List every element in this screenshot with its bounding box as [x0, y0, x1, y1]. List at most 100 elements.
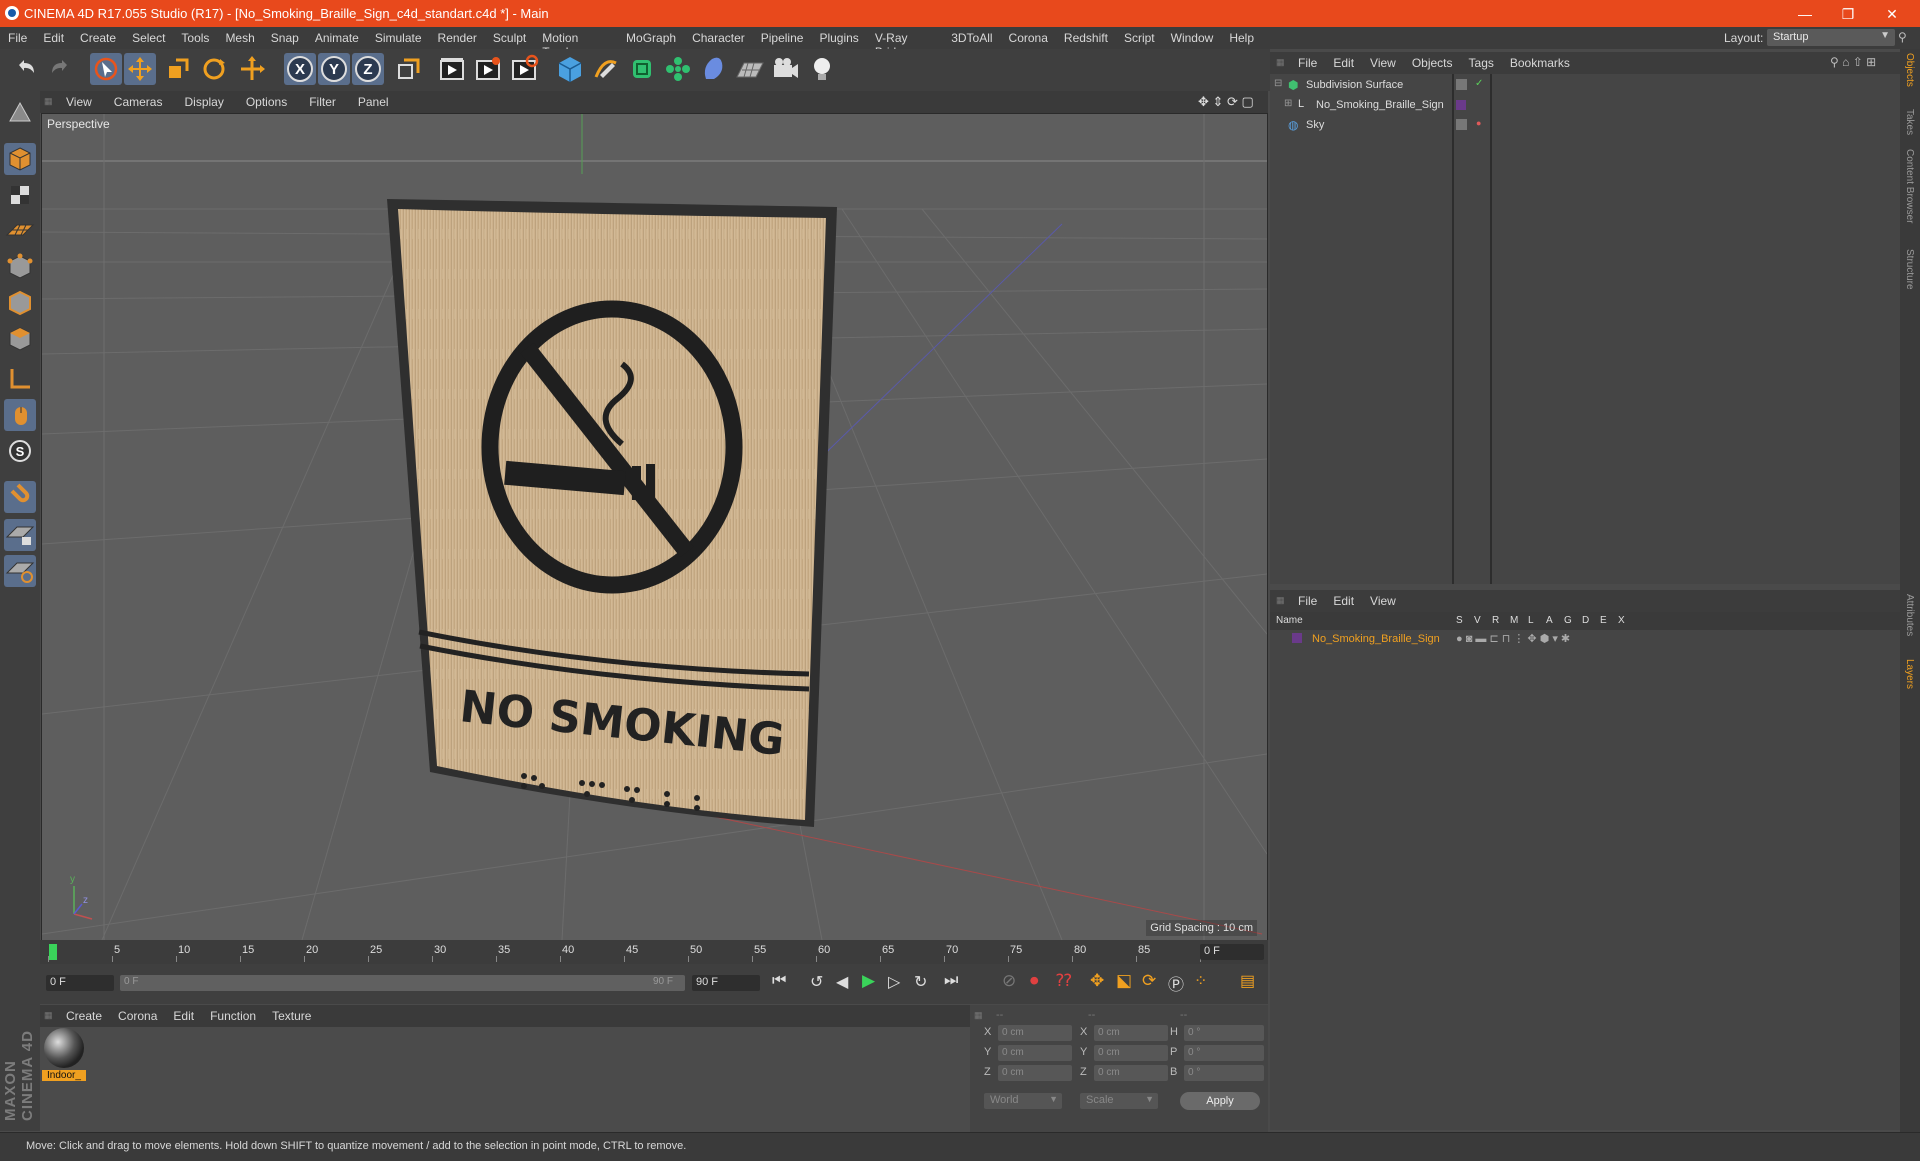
layer-menu-item-2[interactable]: View	[1370, 594, 1396, 608]
layer-menu-item-0[interactable]: File	[1298, 594, 1317, 608]
material-menu-item-1[interactable]: Corona	[118, 1009, 157, 1023]
make-editable-button[interactable]	[4, 97, 36, 129]
magnet-tool-button[interactable]	[4, 481, 36, 513]
position-key-icon[interactable]: ✥	[1090, 971, 1104, 991]
render-view-button[interactable]	[436, 53, 468, 85]
coordinate-system-button[interactable]	[392, 53, 424, 85]
render-settings-button[interactable]	[508, 53, 540, 85]
material-indoor[interactable]: Indoor_	[42, 1028, 86, 1084]
grip-icon[interactable]: ▦	[44, 96, 53, 107]
coord-field[interactable]: 0 °	[1184, 1045, 1264, 1061]
material-menu-item-4[interactable]: Texture	[272, 1009, 311, 1023]
object-row-sky[interactable]: ◍ Sky ●	[1270, 118, 1900, 136]
points-mode-button[interactable]	[4, 251, 36, 283]
object-row-subdivision[interactable]: ⊟ ⬢ Subdivision Surface ✓	[1270, 78, 1900, 96]
cloner-button[interactable]	[662, 53, 694, 85]
layer-column-header[interactable]: X	[1618, 615, 1625, 626]
object-menu-item-0[interactable]: File	[1298, 56, 1317, 70]
viewport-menu-item-4[interactable]: Filter	[309, 95, 336, 109]
layout-dropdown[interactable]: Startup ▼	[1767, 29, 1895, 46]
frame-range-slider[interactable]: 0 F 90 F	[120, 975, 685, 991]
previous-frame-icon[interactable]: ◀	[836, 972, 848, 992]
layer-column-header[interactable]: V	[1474, 615, 1481, 626]
record-keys-icon[interactable]: ⊘	[1002, 971, 1016, 991]
planar-workplane-button[interactable]	[4, 555, 36, 587]
tab-content-browser[interactable]: Content Browser	[1904, 149, 1915, 223]
coord-field[interactable]: 0 cm	[998, 1025, 1072, 1041]
world-dropdown[interactable]: World ▼	[984, 1093, 1062, 1109]
coord-field[interactable]: 0 °	[1184, 1025, 1264, 1041]
material-menu-item-0[interactable]: Create	[66, 1009, 102, 1023]
grip-icon[interactable]: ▦	[44, 1010, 53, 1021]
model-mode-button[interactable]	[4, 143, 36, 175]
viewport-menu-item-5[interactable]: Panel	[358, 95, 389, 109]
rotation-key-icon[interactable]: ⟳	[1142, 971, 1156, 991]
viewport-menu-item-1[interactable]: Cameras	[114, 95, 163, 109]
keyframe-selection-icon[interactable]: ⁇	[1056, 971, 1072, 991]
next-frame-icon[interactable]: ▷	[888, 972, 900, 992]
object-row-sign[interactable]: ⊞ L No_Smoking_Braille_Sign	[1270, 98, 1900, 116]
live-selection-button[interactable]	[90, 53, 122, 85]
close-button[interactable]: ✕	[1872, 3, 1912, 25]
tab-objects[interactable]: Objects	[1904, 53, 1915, 87]
tab-structure[interactable]: Structure	[1904, 249, 1915, 290]
layer-toggle-icons[interactable]: ● ◙ ▬ ⊏ ⊓ ⋮ ✥ ⬢ ▾ ✱	[1456, 632, 1570, 645]
collapse-icon[interactable]: ⊟	[1274, 78, 1282, 89]
coord-field[interactable]: 0 °	[1184, 1065, 1264, 1081]
object-menu-item-5[interactable]: Bookmarks	[1510, 56, 1570, 70]
previous-key-icon[interactable]: ↺	[810, 972, 823, 992]
check-icon[interactable]: ✓	[1475, 78, 1483, 89]
layer-column-header[interactable]: G	[1564, 615, 1572, 626]
axis-mode-button[interactable]	[4, 363, 36, 395]
go-to-start-icon[interactable]: ⏮	[772, 972, 786, 990]
search-icon[interactable]: ⚲	[1898, 30, 1907, 44]
coord-field[interactable]: 0 cm	[998, 1065, 1072, 1081]
grip-icon[interactable]: ▦	[1276, 57, 1285, 68]
snap-toggle-button[interactable]: S	[4, 435, 36, 467]
scale-key-icon[interactable]: ⬕	[1116, 971, 1132, 991]
maximize-button[interactable]: ❐	[1828, 3, 1868, 25]
floor-object-button[interactable]	[734, 53, 766, 85]
object-menu-item-2[interactable]: View	[1370, 56, 1396, 70]
y-axis-lock-button[interactable]: Y	[318, 53, 350, 85]
subdivision-surface-button[interactable]	[626, 53, 658, 85]
object-menu-item-1[interactable]: Edit	[1333, 56, 1354, 70]
layer-column-header[interactable]: E	[1600, 615, 1607, 626]
grip-icon[interactable]: ▦	[974, 1010, 983, 1021]
playhead[interactable]	[49, 944, 57, 960]
expand-icon[interactable]: ⊞	[1284, 98, 1292, 109]
camera-object-button[interactable]	[770, 53, 802, 85]
x-axis-lock-button[interactable]: X	[284, 53, 316, 85]
end-frame-field[interactable]: 90 F	[692, 975, 760, 991]
coord-field[interactable]: 0 cm	[1094, 1045, 1168, 1061]
object-menu-item-4[interactable]: Tags	[1469, 56, 1494, 70]
material-menu-item-2[interactable]: Edit	[173, 1009, 194, 1023]
viewport-perspective[interactable]: NO SMOKING y z Perspective Grid Spacing …	[41, 113, 1268, 941]
layer-menu-item-1[interactable]: Edit	[1333, 594, 1354, 608]
texture-mode-button[interactable]	[4, 179, 36, 211]
layer-column-header[interactable]: M	[1510, 615, 1518, 626]
current-frame-field[interactable]: 0 F	[1200, 944, 1264, 960]
coord-field[interactable]: 0 cm	[998, 1045, 1072, 1061]
layer-column-header[interactable]: Name	[1276, 615, 1303, 626]
tab-takes[interactable]: Takes	[1904, 109, 1915, 135]
cube-object-button[interactable]	[554, 53, 586, 85]
coord-field[interactable]: 0 cm	[1094, 1065, 1168, 1081]
viewport-menu-item-0[interactable]: View	[66, 95, 92, 109]
polygons-mode-button[interactable]	[4, 323, 36, 355]
layer-column-header[interactable]: A	[1546, 615, 1553, 626]
timeline-window-icon[interactable]: ▤	[1240, 971, 1255, 991]
render-to-picture-viewer-button[interactable]	[472, 53, 504, 85]
scale-dropdown[interactable]: Scale ▼	[1080, 1093, 1158, 1109]
locked-workplane-button[interactable]	[4, 519, 36, 551]
z-axis-lock-button[interactable]: Z	[352, 53, 384, 85]
timeline-ruler[interactable]: 051015202530354045505560657075808590 0 F	[40, 940, 1268, 964]
minimize-button[interactable]: —	[1785, 3, 1825, 25]
go-to-end-icon[interactable]: ⏭	[944, 972, 958, 990]
undo-button[interactable]	[10, 53, 42, 85]
viewport-menu-item-2[interactable]: Display	[184, 95, 223, 109]
object-menu-item-3[interactable]: Objects	[1412, 56, 1453, 70]
apply-button[interactable]: Apply	[1180, 1092, 1260, 1110]
rotate-tool-button[interactable]	[198, 53, 230, 85]
layer-column-header[interactable]: D	[1582, 615, 1589, 626]
